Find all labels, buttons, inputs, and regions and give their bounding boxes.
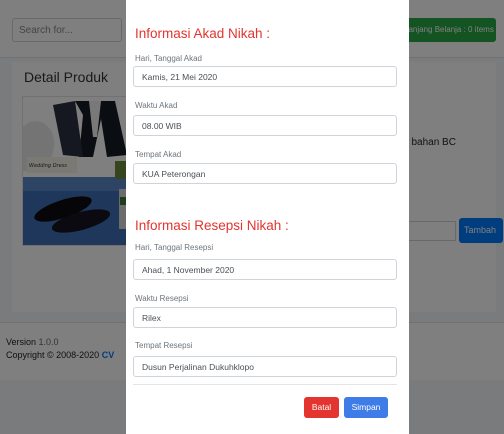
save-button[interactable]: Simpan xyxy=(344,397,388,418)
resepsi-date-label: Hari, Tanggal Resepsi xyxy=(135,243,214,252)
resepsi-time-input[interactable] xyxy=(133,307,397,328)
akad-date-input[interactable] xyxy=(133,66,397,87)
akad-section-title: Informasi Akad Nikah : xyxy=(135,26,271,41)
akad-date-label: Hari, Tanggal Akad xyxy=(135,54,203,63)
akad-place-label: Tempat Akad xyxy=(135,150,182,159)
resepsi-time-label: Waktu Resepsi xyxy=(135,294,189,303)
resepsi-date-input[interactable] xyxy=(133,259,397,280)
resepsi-section-title: Informasi Resepsi Nikah : xyxy=(135,218,289,233)
modal-footer-divider xyxy=(133,384,397,385)
cancel-button[interactable]: Batal xyxy=(304,397,339,418)
akad-time-input[interactable] xyxy=(133,115,397,136)
wedding-info-modal: Informasi Akad Nikah : Hari, Tanggal Aka… xyxy=(126,0,409,434)
akad-place-input[interactable] xyxy=(133,163,397,184)
resepsi-place-input[interactable] xyxy=(133,356,397,377)
resepsi-place-label: Tempat Resepsi xyxy=(135,341,193,350)
akad-time-label: Waktu Akad xyxy=(135,101,178,110)
